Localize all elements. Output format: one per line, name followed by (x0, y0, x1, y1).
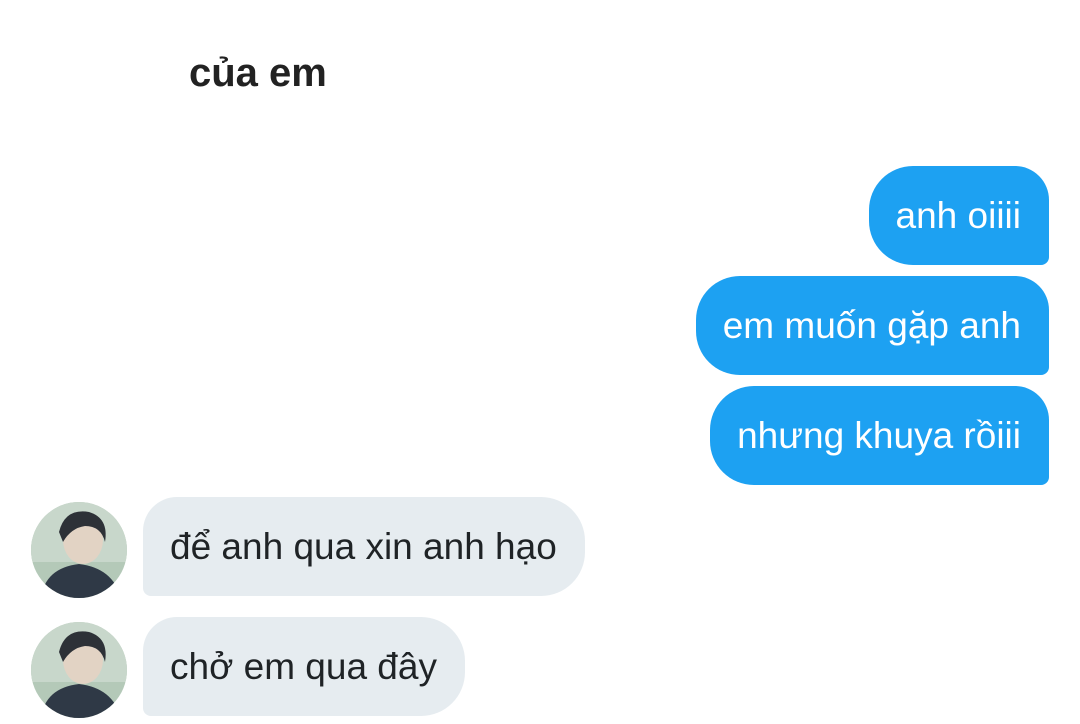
message-bubble-outgoing[interactable]: em muốn gặp anh (695, 276, 1049, 375)
message-bubble-outgoing[interactable]: anh oiiii (868, 166, 1049, 265)
avatar[interactable] (31, 502, 127, 598)
message-bubble-incoming[interactable]: chở em qua đây (143, 617, 465, 716)
conversation-title: của em (189, 51, 327, 95)
avatar[interactable] (31, 622, 127, 718)
message-bubble-incoming[interactable]: để anh qua xin anh hạo (143, 497, 585, 596)
message-bubble-outgoing[interactable]: nhưng khuya rồiii (710, 386, 1049, 485)
